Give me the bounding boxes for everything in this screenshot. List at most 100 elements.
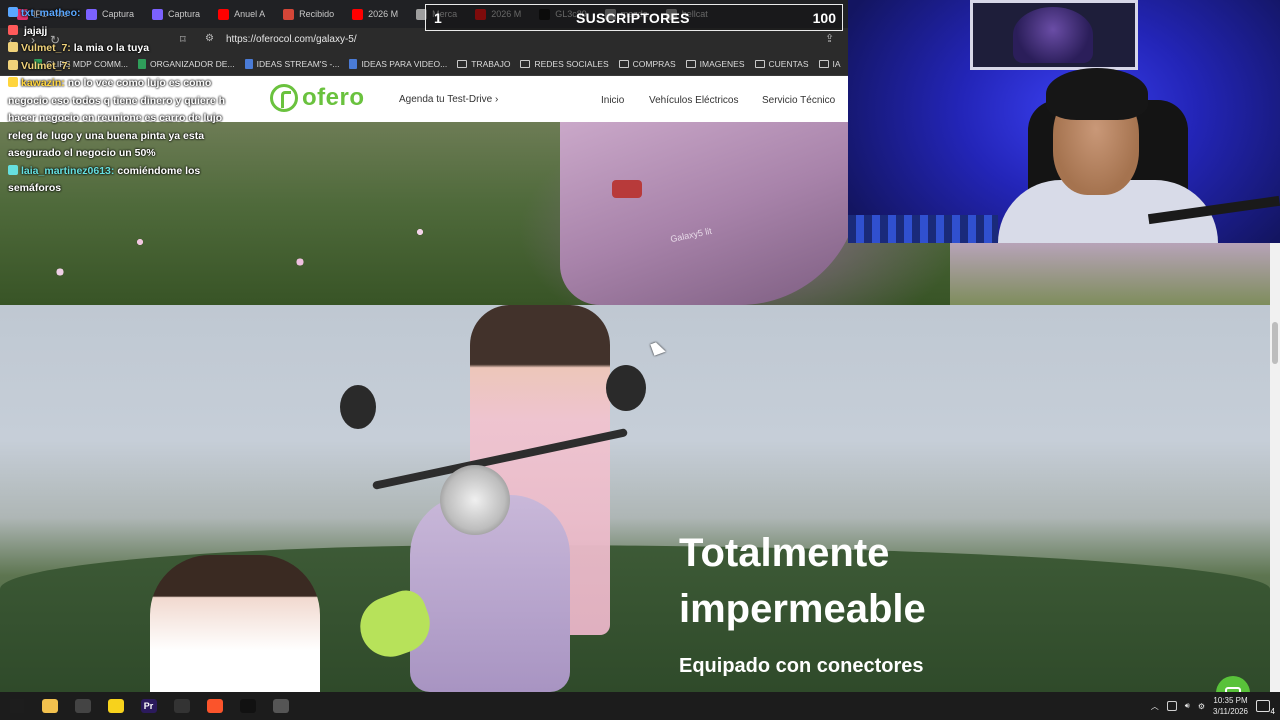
taskbar-apps: Pr — [0, 692, 297, 720]
file-explorer-icon — [41, 699, 58, 713]
user-badge-icon — [8, 7, 18, 17]
section-subtitle: Equipado con conectores — [679, 655, 924, 677]
scooter-image: Galaxy5 lit — [560, 122, 860, 305]
folder-icon — [618, 59, 629, 68]
model-badge: Galaxy5 lit — [669, 225, 713, 245]
obs-icon — [74, 699, 91, 713]
wall-poster — [970, 0, 1138, 70]
bookmark-label: IDEAS PARA VIDEO... — [361, 58, 448, 69]
bookmark-item[interactable]: TRABAJO — [457, 59, 510, 69]
doc-icon — [349, 58, 358, 69]
nav-vehiculos-electricos[interactable]: Vehículos Eléctricos — [649, 95, 739, 106]
bookmark-label: TRABAJO — [471, 58, 511, 69]
bookmark-label: REDES SOCIALES — [534, 58, 609, 69]
nav-servicio-tecnico[interactable]: Servicio Técnico — [762, 95, 835, 106]
clock[interactable]: 10:35 PM 3/11/2026 — [1213, 695, 1248, 717]
share-icon[interactable]: ⇪ — [825, 32, 834, 45]
taskbar-button[interactable] — [33, 692, 66, 720]
browser-tab[interactable]: 2026 M — [343, 1, 407, 27]
test-drive-label: Agenda tu Test-Drive — [399, 94, 493, 105]
chat-username: Vulmet_7: — [21, 59, 71, 72]
app-icon — [272, 699, 289, 713]
chevron-right-icon: › — [494, 94, 499, 105]
ofero-logo[interactable]: ofero — [270, 84, 365, 112]
chat-message: jajajj — [8, 23, 248, 41]
chat-message: txt_matheo: — [8, 5, 248, 23]
taskbar-button[interactable] — [198, 692, 231, 720]
tail-lamp — [612, 180, 642, 198]
windows-start-icon — [9, 699, 24, 713]
screen: IPS - Me Captura Captura Anuel A Recibido 202… — [0, 0, 1280, 720]
bookmark-label: CUENTAS — [768, 58, 809, 69]
chat-message: Vulmet_7: — [8, 58, 248, 76]
bookmark-item[interactable]: REDES SOCIALES — [520, 58, 609, 69]
clock-date: 3/11/2026 — [1213, 707, 1248, 716]
webcam-overlay — [848, 0, 1280, 243]
premiere-icon: Pr — [140, 699, 157, 713]
chat-username: kawazin: — [21, 77, 65, 89]
notification-icon[interactable]: 4 — [1256, 700, 1275, 716]
hex-panels — [848, 215, 998, 243]
logo-text: ofero — [302, 84, 365, 111]
bookmark-item[interactable]: IA — [818, 58, 841, 69]
chat-text: jajajj — [24, 24, 48, 37]
ofero-logo-icon — [270, 84, 298, 112]
bookmark-label: IMAGENES — [699, 58, 745, 69]
taskbar-button[interactable] — [66, 692, 99, 720]
tiktok-icon — [239, 699, 256, 713]
folder-icon — [818, 59, 829, 68]
taskbar-button[interactable] — [264, 692, 297, 720]
tab-favicon-icon — [352, 8, 364, 20]
bookmark-label: IDEAS STREAM'S -... — [256, 58, 340, 69]
chat-message: laia_martinez0613: comiéndome los semáfor… — [8, 163, 248, 198]
chat-username: txt_matheo: — [21, 7, 81, 19]
bookmark-item[interactable]: COMPRAS — [618, 58, 676, 69]
browser-tab[interactable]: Recibido — [274, 1, 343, 27]
network-icon[interactable] — [1166, 701, 1177, 711]
bookmark-label: IA — [832, 58, 841, 69]
brave-icon — [206, 699, 223, 713]
notification-count: 4 — [1270, 707, 1275, 716]
chat-username: Vulmet_7: — [21, 42, 71, 54]
bookmark-item[interactable]: IMAGENES — [685, 58, 745, 69]
test-drive-link[interactable]: Agenda tu Test-Drive › — [399, 94, 498, 105]
hero-waterproof-image: Totalmente impermeable Equipado con cone… — [0, 305, 1270, 692]
chevron-up-icon[interactable]: ︿ — [1151, 701, 1159, 712]
bookmark-item[interactable]: CUENTAS — [754, 58, 809, 69]
user-badge-icon — [8, 24, 18, 35]
subscriber-goal-overlay: 1 SUSCRIPTORES 100 — [425, 4, 843, 31]
left-mirror — [340, 385, 376, 429]
user-badge-icon — [8, 77, 18, 87]
chat-text: no lo vee como lujo es como negocio eso … — [8, 77, 226, 159]
taskbar-button[interactable] — [99, 692, 132, 720]
folder-icon — [520, 59, 531, 68]
taskbar: Pr ︿ 🔊︎ ⚙ 10:35 PM 3/11/2026 4 — [0, 692, 1280, 720]
chat-username: laia_martinez0613: — [21, 164, 115, 177]
right-mirror — [606, 365, 646, 411]
user-badge-icon — [8, 59, 18, 70]
taskbar-button[interactable] — [231, 692, 264, 720]
taskbar-button[interactable] — [0, 692, 33, 720]
nav-inicio[interactable]: Inicio — [601, 95, 624, 106]
settings-icon[interactable]: ⚙ — [1198, 702, 1205, 711]
capcut-icon — [173, 699, 190, 713]
bookmark-label: COMPRAS — [632, 58, 676, 69]
taskbar-button[interactable]: Pr — [132, 692, 165, 720]
user-badge-icon — [8, 164, 18, 175]
folder-icon — [685, 59, 696, 68]
chat-message: kawazin: no lo vee como lujo es como nego… — [8, 75, 248, 163]
taskbar-button[interactable] — [165, 692, 198, 720]
scrollbar-thumb[interactable] — [1272, 322, 1278, 364]
folder-icon — [457, 59, 468, 68]
system-tray: ︿ 🔊︎ ⚙ 10:35 PM 3/11/2026 4 — [1151, 692, 1280, 720]
woman-figure — [150, 555, 320, 692]
volume-icon[interactable]: 🔊︎ — [1185, 701, 1190, 711]
tab-label: 2026 M — [368, 9, 399, 19]
bookmark-item[interactable]: IDEAS PARA VIDEO... — [349, 58, 448, 69]
tab-favicon-icon — [283, 8, 295, 20]
chat-text: la mia o la tuya — [73, 42, 150, 54]
subs-current: 1 — [434, 10, 442, 26]
bookmark-item[interactable]: IDEAS STREAM'S -... — [244, 58, 340, 69]
poster-art — [1013, 7, 1093, 63]
scooter-side-image — [950, 243, 1270, 305]
